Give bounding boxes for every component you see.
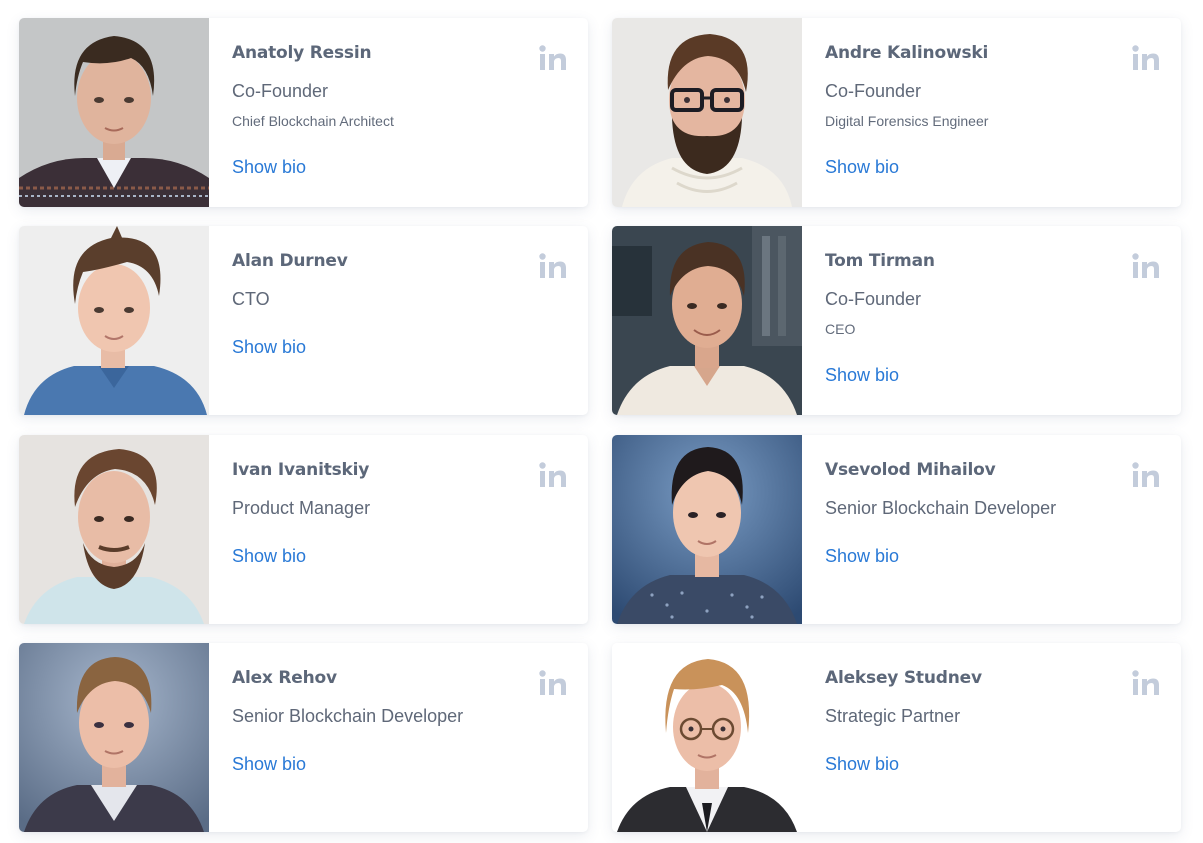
member-role: Co-Founder [825,81,922,101]
show-bio-link[interactable]: Show bio [825,157,899,178]
member-role: Strategic Partner [825,706,961,726]
member-name: Vsevolod Mihailov [825,460,996,480]
member-photo [612,643,802,832]
linkedin-icon[interactable] [539,45,567,71]
member-subrole: Chief Blockchain Architect [232,113,394,129]
show-bio-link[interactable]: Show bio [232,337,306,358]
linkedin-icon[interactable] [539,462,567,488]
member-name: Alan Durnev [232,251,348,271]
member-photo [19,643,209,832]
show-bio-link[interactable]: Show bio [825,365,899,386]
member-photo [19,435,209,624]
member-role: Senior Blockchain Developer [825,498,1057,518]
team-card: Alan Durnev CTO Show bio [19,226,588,415]
member-photo [612,226,802,415]
member-photo [612,435,802,624]
member-role: Senior Blockchain Developer [232,706,464,726]
team-card: Andre Kalinowski Co-Founder Digital Fore… [612,18,1181,207]
team-card: Anatoly Ressin Co-Founder Chief Blockcha… [19,18,588,207]
show-bio-link[interactable]: Show bio [825,754,899,775]
show-bio-link[interactable]: Show bio [232,157,306,178]
member-name: Ivan Ivanitskiy [232,460,370,480]
team-grid: Anatoly Ressin Co-Founder Chief Blockcha… [0,0,1203,843]
linkedin-icon[interactable] [539,670,567,696]
linkedin-icon[interactable] [1132,670,1160,696]
member-photo [612,18,802,207]
member-role: CTO [232,289,270,309]
show-bio-link[interactable]: Show bio [825,546,899,567]
member-name: Andre Kalinowski [825,43,989,63]
team-card: Aleksey Studnev Strategic Partner Show b… [612,643,1181,832]
linkedin-icon[interactable] [1132,253,1160,279]
linkedin-icon[interactable] [1132,462,1160,488]
member-name: Anatoly Ressin [232,43,372,63]
member-role: Co-Founder [825,289,922,309]
team-card: Alex Rehov Senior Blockchain Developer S… [19,643,588,832]
member-name: Aleksey Studnev [825,668,982,688]
linkedin-icon[interactable] [1132,45,1160,71]
team-card: Tom Tirman Co-Founder CEO Show bio [612,226,1181,415]
member-role: Co-Founder [232,81,329,101]
team-card: Vsevolod Mihailov Senior Blockchain Deve… [612,435,1181,624]
linkedin-icon[interactable] [539,253,567,279]
member-photo [19,18,209,207]
show-bio-link[interactable]: Show bio [232,754,306,775]
member-subrole: CEO [825,321,856,337]
member-name: Alex Rehov [232,668,337,688]
team-card: Ivan Ivanitskiy Product Manager Show bio [19,435,588,624]
member-name: Tom Tirman [825,251,935,271]
show-bio-link[interactable]: Show bio [232,546,306,567]
member-subrole: Digital Forensics Engineer [825,113,989,129]
member-photo [19,226,209,415]
member-role: Product Manager [232,498,371,518]
